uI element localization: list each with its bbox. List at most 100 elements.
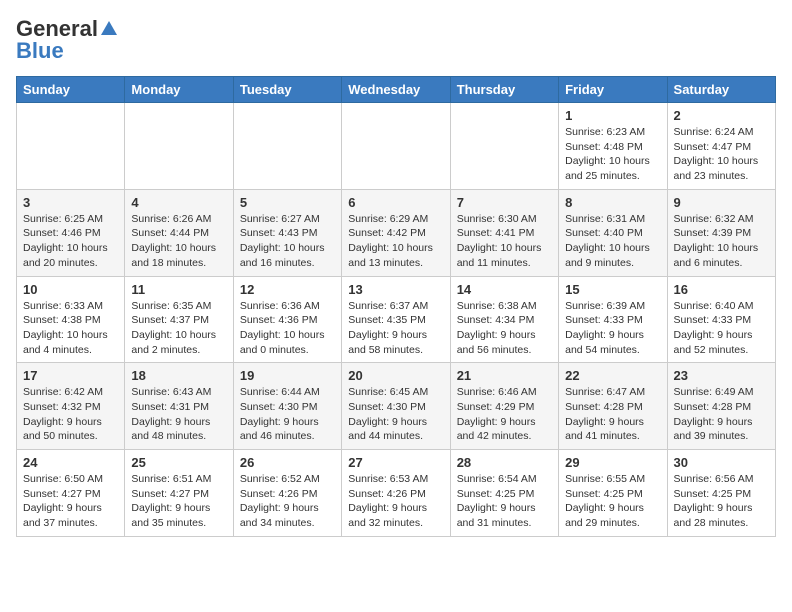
calendar-week-row: 24 Sunrise: 6:50 AMSunset: 4:27 PMDayligh…: [17, 450, 776, 537]
calendar-header-row: SundayMondayTuesdayWednesdayThursdayFrid…: [17, 77, 776, 103]
logo: General Blue: [16, 16, 119, 64]
calendar-cell: 6Sunrise: 6:29 AMSunset: 4:42 PMDaylight…: [342, 189, 450, 276]
weekday-header-sunday: Sunday: [17, 77, 125, 103]
day-number: 10: [23, 282, 118, 297]
calendar-cell: 28 Sunrise: 6:54 AMSunset: 4:25 PMDayligh…: [450, 450, 558, 537]
day-info: Sunrise: 6:45 AMSunset: 4:30 PMDaylight:…: [348, 386, 428, 442]
day-info: Sunrise: 6:36 AMSunset: 4:36 PMDaylight:…: [240, 300, 325, 356]
weekday-header-friday: Friday: [559, 77, 667, 103]
calendar-cell: 3Sunrise: 6:25 AMSunset: 4:46 PMDaylight…: [17, 189, 125, 276]
calendar-cell: 19 Sunrise: 6:44 AMSunset: 4:30 PMDayligh…: [233, 363, 341, 450]
calendar-cell: 10 Sunrise: 6:33 AMSunset: 4:38 PMDayligh…: [17, 276, 125, 363]
day-info: Sunrise: 6:37 AMSunset: 4:35 PMDaylight:…: [348, 300, 428, 356]
day-info: Sunrise: 6:27 AMSunset: 4:43 PMDaylight:…: [240, 213, 325, 269]
day-number: 18: [131, 368, 226, 383]
day-number: 5: [240, 195, 335, 210]
day-number: 30: [674, 455, 769, 470]
day-info: Sunrise: 6:31 AMSunset: 4:40 PMDaylight:…: [565, 213, 650, 269]
calendar-cell: [233, 103, 341, 190]
weekday-header-monday: Monday: [125, 77, 233, 103]
day-number: 1: [565, 108, 660, 123]
day-info: Sunrise: 6:46 AMSunset: 4:29 PMDaylight:…: [457, 386, 537, 442]
day-info: Sunrise: 6:38 AMSunset: 4:34 PMDaylight:…: [457, 300, 537, 356]
calendar-cell: [17, 103, 125, 190]
day-number: 24: [23, 455, 118, 470]
calendar-cell: 4Sunrise: 6:26 AMSunset: 4:44 PMDaylight…: [125, 189, 233, 276]
day-number: 15: [565, 282, 660, 297]
calendar-cell: 21 Sunrise: 6:46 AMSunset: 4:29 PMDayligh…: [450, 363, 558, 450]
calendar-cell: 14Sunrise: 6:38 AMSunset: 4:34 PMDayligh…: [450, 276, 558, 363]
day-number: 16: [674, 282, 769, 297]
page-header: General Blue: [16, 16, 776, 64]
day-number: 21: [457, 368, 552, 383]
calendar-cell: 12 Sunrise: 6:36 AMSunset: 4:36 PMDayligh…: [233, 276, 341, 363]
calendar-cell: 29 Sunrise: 6:55 AMSunset: 4:25 PMDayligh…: [559, 450, 667, 537]
day-info: Sunrise: 6:47 AMSunset: 4:28 PMDaylight:…: [565, 386, 645, 442]
calendar-week-row: 1 Sunrise: 6:23 AMSunset: 4:48 PMDaylight…: [17, 103, 776, 190]
logo-icon: [99, 19, 119, 39]
day-number: 13: [348, 282, 443, 297]
weekday-header-tuesday: Tuesday: [233, 77, 341, 103]
day-number: 11: [131, 282, 226, 297]
logo-blue-text: Blue: [16, 38, 64, 64]
calendar-cell: 8 Sunrise: 6:31 AMSunset: 4:40 PMDaylight…: [559, 189, 667, 276]
day-number: 17: [23, 368, 118, 383]
calendar-week-row: 17Sunrise: 6:42 AMSunset: 4:32 PMDayligh…: [17, 363, 776, 450]
weekday-header-thursday: Thursday: [450, 77, 558, 103]
day-number: 27: [348, 455, 443, 470]
day-info: Sunrise: 6:54 AMSunset: 4:25 PMDaylight:…: [457, 473, 537, 529]
day-info: Sunrise: 6:39 AMSunset: 4:33 PMDaylight:…: [565, 300, 645, 356]
calendar-week-row: 10 Sunrise: 6:33 AMSunset: 4:38 PMDayligh…: [17, 276, 776, 363]
day-info: Sunrise: 6:49 AMSunset: 4:28 PMDaylight:…: [674, 386, 754, 442]
day-number: 29: [565, 455, 660, 470]
calendar-cell: [450, 103, 558, 190]
day-info: Sunrise: 6:33 AMSunset: 4:38 PMDaylight:…: [23, 300, 108, 356]
day-info: Sunrise: 6:55 AMSunset: 4:25 PMDaylight:…: [565, 473, 645, 529]
day-number: 20: [348, 368, 443, 383]
calendar-cell: 2 Sunrise: 6:24 AMSunset: 4:47 PMDaylight…: [667, 103, 775, 190]
day-info: Sunrise: 6:24 AMSunset: 4:47 PMDaylight:…: [674, 126, 759, 182]
day-info: Sunrise: 6:29 AMSunset: 4:42 PMDaylight:…: [348, 213, 433, 269]
day-info: Sunrise: 6:40 AMSunset: 4:33 PMDaylight:…: [674, 300, 754, 356]
calendar-cell: 20 Sunrise: 6:45 AMSunset: 4:30 PMDayligh…: [342, 363, 450, 450]
calendar-cell: 11 Sunrise: 6:35 AMSunset: 4:37 PMDayligh…: [125, 276, 233, 363]
day-number: 19: [240, 368, 335, 383]
calendar-cell: 5 Sunrise: 6:27 AMSunset: 4:43 PMDaylight…: [233, 189, 341, 276]
day-info: Sunrise: 6:35 AMSunset: 4:37 PMDaylight:…: [131, 300, 216, 356]
calendar-cell: 27 Sunrise: 6:53 AMSunset: 4:26 PMDayligh…: [342, 450, 450, 537]
day-number: 2: [674, 108, 769, 123]
calendar-cell: 1 Sunrise: 6:23 AMSunset: 4:48 PMDaylight…: [559, 103, 667, 190]
day-info: Sunrise: 6:44 AMSunset: 4:30 PMDaylight:…: [240, 386, 320, 442]
day-number: 25: [131, 455, 226, 470]
calendar-cell: [125, 103, 233, 190]
day-info: Sunrise: 6:32 AMSunset: 4:39 PMDaylight:…: [674, 213, 759, 269]
day-number: 23: [674, 368, 769, 383]
calendar-cell: 24 Sunrise: 6:50 AMSunset: 4:27 PMDayligh…: [17, 450, 125, 537]
day-info: Sunrise: 6:50 AMSunset: 4:27 PMDaylight:…: [23, 473, 103, 529]
calendar-cell: 25Sunrise: 6:51 AMSunset: 4:27 PMDayligh…: [125, 450, 233, 537]
calendar-cell: 16 Sunrise: 6:40 AMSunset: 4:33 PMDayligh…: [667, 276, 775, 363]
calendar-cell: 30 Sunrise: 6:56 AMSunset: 4:25 PMDayligh…: [667, 450, 775, 537]
calendar-cell: 17Sunrise: 6:42 AMSunset: 4:32 PMDayligh…: [17, 363, 125, 450]
day-number: 12: [240, 282, 335, 297]
day-number: 28: [457, 455, 552, 470]
day-number: 22: [565, 368, 660, 383]
calendar-cell: 7 Sunrise: 6:30 AMSunset: 4:41 PMDaylight…: [450, 189, 558, 276]
calendar-cell: 18Sunrise: 6:43 AMSunset: 4:31 PMDayligh…: [125, 363, 233, 450]
day-info: Sunrise: 6:30 AMSunset: 4:41 PMDaylight:…: [457, 213, 542, 269]
day-info: Sunrise: 6:53 AMSunset: 4:26 PMDaylight:…: [348, 473, 428, 529]
day-number: 3: [23, 195, 118, 210]
day-number: 7: [457, 195, 552, 210]
calendar-cell: 23 Sunrise: 6:49 AMSunset: 4:28 PMDayligh…: [667, 363, 775, 450]
day-number: 4: [131, 195, 226, 210]
calendar-cell: 22 Sunrise: 6:47 AMSunset: 4:28 PMDayligh…: [559, 363, 667, 450]
day-info: Sunrise: 6:56 AMSunset: 4:25 PMDaylight:…: [674, 473, 754, 529]
day-number: 9: [674, 195, 769, 210]
day-info: Sunrise: 6:23 AMSunset: 4:48 PMDaylight:…: [565, 126, 650, 182]
calendar-cell: 15 Sunrise: 6:39 AMSunset: 4:33 PMDayligh…: [559, 276, 667, 363]
day-number: 26: [240, 455, 335, 470]
day-number: 8: [565, 195, 660, 210]
calendar-table: SundayMondayTuesdayWednesdayThursdayFrid…: [16, 76, 776, 537]
calendar-cell: [342, 103, 450, 190]
weekday-header-wednesday: Wednesday: [342, 77, 450, 103]
